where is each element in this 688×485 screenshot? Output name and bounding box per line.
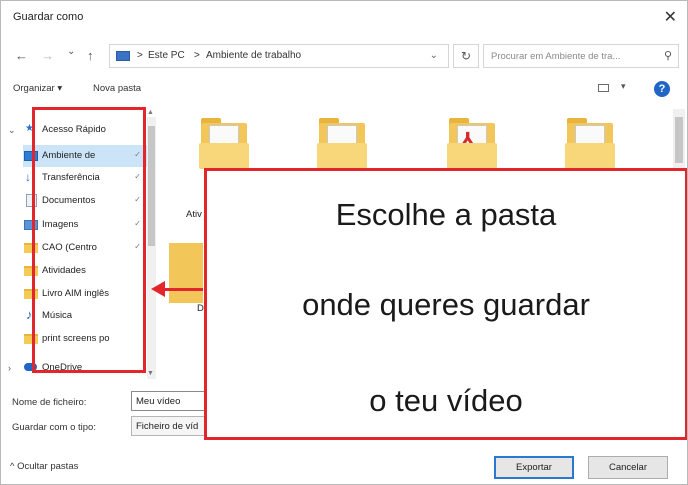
breadcrumb-desktop[interactable]: Ambiente de trabalho [206, 50, 301, 61]
forward-arrow-icon[interactable]: → [41, 48, 54, 63]
view-dropdown-icon[interactable]: ▾ [621, 81, 626, 92]
export-button[interactable]: Exportar [494, 456, 574, 479]
close-icon[interactable]: ✕ [664, 7, 677, 27]
window-title: Guardar como [13, 11, 84, 23]
filetype-select[interactable]: Ficheiro de víd [131, 416, 211, 436]
left-arrow-icon [151, 281, 165, 297]
chevron-down-icon[interactable]: ⌄ [430, 50, 438, 61]
recent-locations-icon[interactable]: ⌄ [67, 46, 75, 57]
search-input[interactable]: Procurar em Ambiente de tra... [491, 51, 620, 62]
file-label: D [197, 303, 204, 314]
save-as-dialog: Guardar como ✕ ← → ⌄ ↑ > Este PC > Ambie… [0, 0, 688, 485]
back-arrow-icon[interactable]: ← [15, 48, 28, 63]
view-options-icon[interactable] [598, 84, 609, 92]
folder-item[interactable]: ⅄ [441, 109, 503, 171]
folder-item[interactable] [311, 109, 373, 171]
hide-folders-toggle[interactable]: ^ Ocultar pastas [10, 461, 78, 472]
breadcrumb-separator: > [194, 50, 200, 61]
cancel-button[interactable]: Cancelar [588, 456, 668, 479]
scroll-up-icon[interactable]: ▲ [147, 109, 154, 116]
folder-icon[interactable] [169, 243, 203, 303]
help-icon[interactable]: ? [654, 81, 670, 97]
title-bar: Guardar como ✕ [1, 1, 687, 35]
breadcrumb-this-pc[interactable]: Este PC [148, 50, 185, 61]
navigation-bar: ← → ⌄ ↑ > Este PC > Ambiente de trabalho… [1, 39, 687, 73]
folder-item[interactable] [193, 109, 255, 171]
file-label: Ativ [186, 209, 202, 220]
filetype-label: Guardar com o tipo: [12, 422, 96, 433]
new-folder-button[interactable]: Nova pasta [93, 83, 141, 94]
command-toolbar: Organizar ▾ Nova pasta ▾ ? [1, 77, 687, 103]
highlight-frame [32, 107, 146, 373]
up-arrow-icon[interactable]: ↑ [87, 48, 94, 63]
filename-label: Nome de ficheiro: [12, 397, 87, 408]
callout-line-3: o teu vídeo [369, 383, 523, 418]
callout-arrow-line [163, 288, 203, 291]
download-icon: ↓ [25, 170, 31, 184]
address-bar[interactable]: > Este PC > Ambiente de trabalho ⌄ [109, 44, 449, 68]
search-icon: ⚲ [663, 50, 672, 62]
filename-field[interactable] [131, 391, 211, 411]
refresh-icon[interactable]: ↻ [453, 44, 479, 68]
callout-line-1: Escolhe a pasta [335, 197, 557, 232]
content-scrollbar-thumb[interactable] [675, 117, 683, 163]
expand-chevron-icon[interactable]: › [8, 363, 11, 373]
sidebar-scrollbar-thumb[interactable] [148, 126, 155, 246]
breadcrumb-separator: > [137, 50, 143, 61]
search-box[interactable]: Procurar em Ambiente de tra... ⚲ [483, 44, 679, 68]
scroll-down-icon[interactable]: ▼ [147, 370, 154, 377]
organize-menu[interactable]: Organizar ▾ [13, 83, 62, 94]
collapse-chevron-icon[interactable]: ⌄ [8, 125, 16, 136]
this-pc-icon [116, 51, 130, 61]
callout-line-2: onde queres guardar [302, 287, 590, 322]
instruction-callout: Escolhe a pasta onde queres guardar o te… [204, 168, 687, 440]
folder-item[interactable] [559, 109, 621, 171]
